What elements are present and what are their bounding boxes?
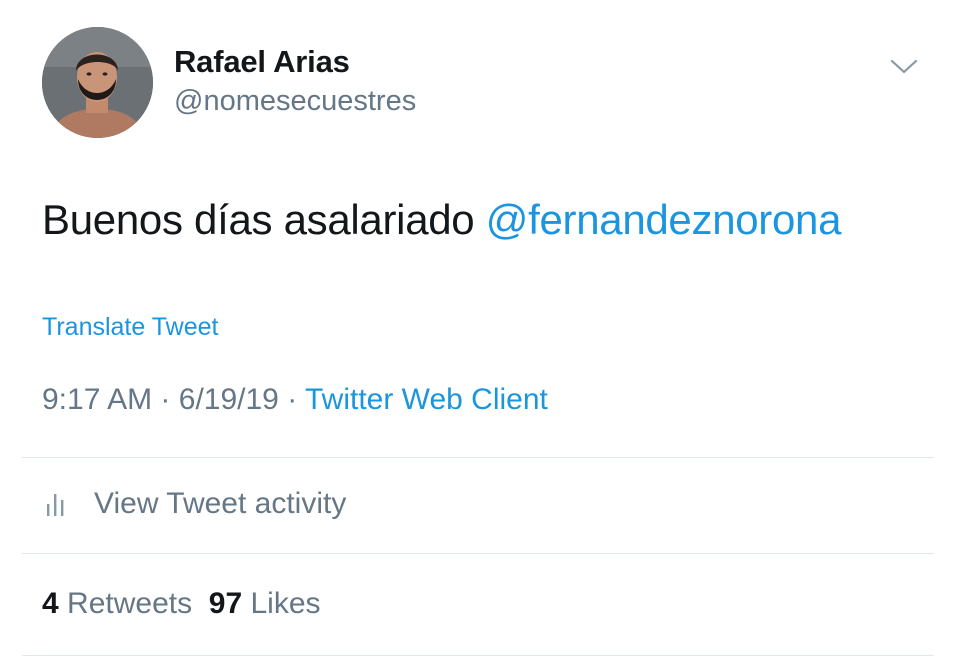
author-display-name[interactable]: Rafael Arias [174,44,350,80]
tweet-client-link[interactable]: Twitter Web Client [305,383,548,416]
tweet-body: Buenos días asalariado [42,196,475,243]
likes-label: Likes [250,587,321,620]
avatar-image [42,27,153,138]
divider [22,553,934,554]
tweet-stats: 4 Retweets 97 Likes [42,587,321,621]
tweet-meta: 9:17 AM · 6/19/19 · Twitter Web Client [42,383,548,417]
divider [22,655,934,656]
retweets-stat[interactable]: 4 Retweets [42,587,192,620]
divider [22,457,934,458]
likes-stat[interactable]: 97 Likes [209,587,321,620]
tweet-text: Buenos días asalariado @fernandeznorona [42,196,841,244]
translate-tweet-link[interactable]: Translate Tweet [42,313,218,342]
author-handle[interactable]: @nomesecuestres [174,85,416,118]
chevron-down-icon[interactable] [886,52,922,80]
retweets-label: Retweets [67,587,193,620]
view-tweet-activity-button[interactable]: View Tweet activity [44,484,346,524]
view-tweet-activity-label: View Tweet activity [94,487,347,520]
likes-count: 97 [208,587,243,620]
avatar[interactable] [42,27,153,138]
tweet-date: 6/19/19 [178,383,279,416]
bar-chart-icon [47,494,64,516]
mention-link[interactable]: @fernandeznorona [486,196,842,243]
retweets-count: 4 [42,587,59,620]
meta-separator: · [287,383,298,416]
tweet-time: 9:17 AM [42,383,153,416]
meta-separator: · [160,383,171,416]
